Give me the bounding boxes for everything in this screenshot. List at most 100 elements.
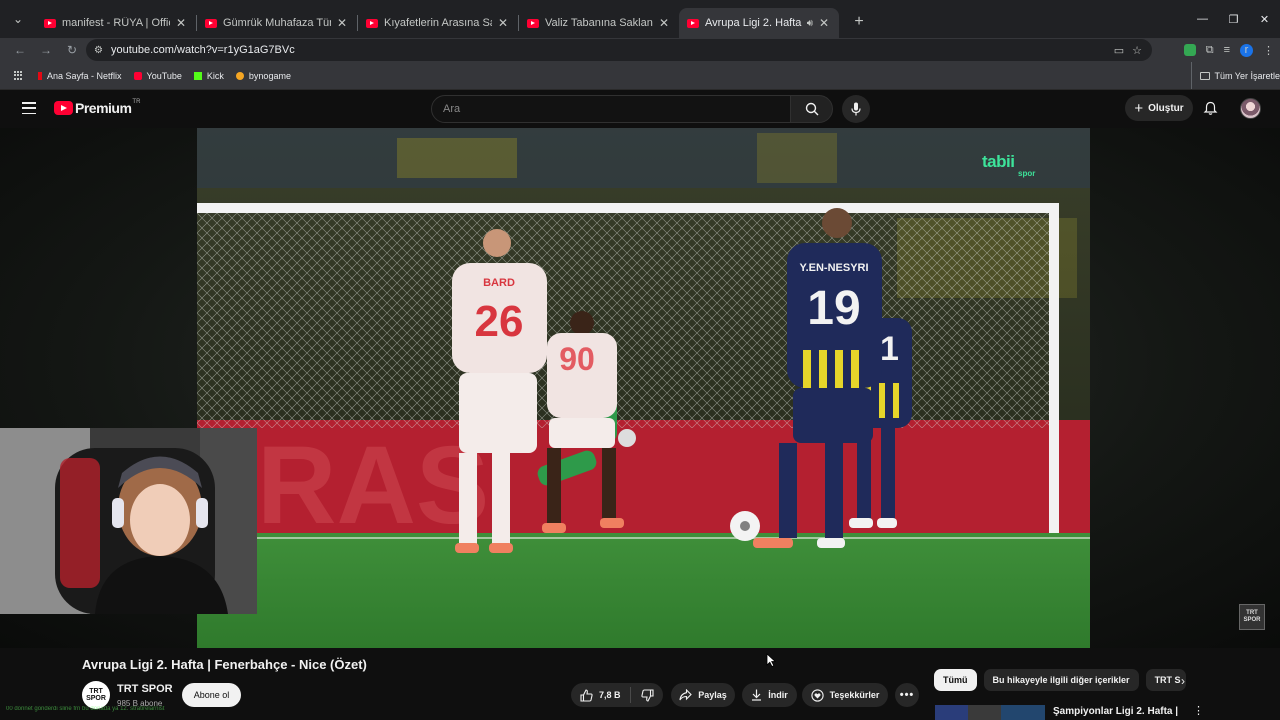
cast-icon[interactable]: ▭	[1114, 44, 1124, 57]
profile-icon[interactable]: r	[1240, 43, 1253, 57]
reload-icon[interactable]: ↻	[60, 38, 84, 62]
extension-bar: ⧉ ≡ r ⋮	[1183, 38, 1280, 62]
youtube-logo[interactable]: Premium TR	[54, 99, 140, 116]
youtube-favicon-icon	[527, 18, 539, 28]
bookmark-netflix[interactable]: Ana Sayfa - Netflix	[38, 71, 122, 81]
recommendation-thumbnail[interactable]	[935, 705, 1045, 720]
logo-text: Premium	[75, 100, 132, 116]
tabii-logo-sub: spor	[1018, 169, 1036, 178]
chip-related-story[interactable]: Bu hikayeyle ilgili diğer içerikler	[983, 669, 1139, 691]
webcam-overlay	[0, 428, 257, 614]
share-button[interactable]: Paylaş	[671, 683, 735, 707]
video-frame: RAS BARD 26 90 Y.EN-NESYRI 19	[197, 128, 1090, 648]
like-count: 7,8 B	[599, 690, 621, 700]
channel-name[interactable]: TRT SPOR	[117, 683, 173, 695]
thanks-heart-icon	[810, 688, 824, 702]
channel-watermark[interactable]: TRT SPOR	[1239, 604, 1265, 630]
all-bookmarks-label: Tüm Yer İşaretle	[1214, 70, 1280, 81]
new-tab-button[interactable]: +	[845, 8, 873, 36]
related-filter-chips: Tümü Bu hikayeyle ilgili diğer içerikler…	[934, 669, 1186, 691]
search-icon	[805, 102, 818, 116]
tab-title: Avrupa Ligi 2. Hafta | Fenerb	[705, 17, 804, 29]
bookmark-youtube[interactable]: YouTube	[133, 70, 182, 81]
apps-grid-icon[interactable]	[14, 70, 24, 81]
youtube-favicon-icon	[687, 18, 699, 28]
tab-close-icon[interactable]: ✕	[174, 16, 188, 30]
more-actions-button[interactable]: •••	[895, 683, 919, 707]
browser-tab-active[interactable]: Avrupa Ligi 2. Hafta | Fenerb 🔊︎ ✕	[679, 8, 839, 38]
bookmark-label: YouTube	[146, 70, 182, 81]
like-button[interactable]: 7,8 B	[580, 688, 621, 702]
back-icon[interactable]: ←	[8, 38, 32, 62]
chips-next-icon[interactable]: ›	[1181, 674, 1185, 688]
site-info-icon[interactable]: ⚙	[94, 45, 103, 56]
browser-tab[interactable]: Valiz Tabanına Saklanan Yasakl ✕	[519, 8, 679, 38]
chip-trt-spor[interactable]: TRT S	[1145, 669, 1186, 691]
speaker-icon[interactable]: 🔊︎	[807, 18, 813, 29]
webcam-image	[0, 428, 257, 614]
jersey-name: BARD	[483, 277, 515, 289]
close-window-icon[interactable]: ✕	[1249, 0, 1280, 38]
notifications-bell-icon[interactable]	[1203, 101, 1218, 116]
youtube-header: Premium TR Ara + Oluştur	[0, 90, 1280, 128]
tab-close-icon[interactable]: ✕	[335, 16, 349, 30]
recommendation-more-icon[interactable]: ⋮	[1193, 704, 1204, 717]
netflix-icon	[38, 71, 42, 80]
create-label: Oluştur	[1148, 102, 1184, 114]
url-text: youtube.com/watch?v=r1yG1aG7BVc	[110, 44, 295, 56]
voice-search-button[interactable]	[842, 95, 870, 123]
url-field[interactable]: ⚙ youtube.com/watch?v=r1yG1aG7BVc ▭ ☆	[86, 39, 1152, 61]
extensions-puzzle-icon[interactable]: ⧉	[1206, 44, 1214, 57]
svg-text:RAS: RAS	[257, 424, 489, 547]
bookmark-kick[interactable]: Kick	[193, 70, 224, 81]
thanks-label: Teşekkürler	[829, 690, 880, 700]
channel-avatar[interactable]: TRT SPOR	[82, 681, 110, 709]
recommendation-title[interactable]: Şampiyonlar Ligi 2. Hafta |	[1053, 706, 1178, 717]
youtube-icon	[133, 71, 142, 80]
reading-list-icon[interactable]: ≡	[1224, 44, 1230, 56]
minimize-icon[interactable]: —	[1187, 0, 1218, 38]
bookmark-label: Ana Sayfa - Netflix	[47, 70, 122, 81]
browser-tab[interactable]: Gümrük Muhafaza Türkiye 5. Bö ✕	[197, 8, 357, 38]
tabii-watermark: tabii spor	[982, 152, 1035, 178]
youtube-play-icon	[54, 101, 73, 115]
microphone-icon	[851, 102, 861, 116]
tab-title: Gümrük Muhafaza Türkiye 5. Bö	[223, 17, 331, 29]
bynogame-icon	[235, 71, 244, 80]
create-button[interactable]: + Oluştur	[1125, 95, 1193, 121]
menu-icon[interactable]	[22, 102, 36, 114]
bookmark-star-icon[interactable]: ☆	[1132, 44, 1142, 57]
extension-icon[interactable]	[1183, 44, 1196, 56]
chip-all[interactable]: Tümü	[934, 669, 977, 691]
download-button[interactable]: İndir	[742, 683, 797, 707]
folder-icon	[1200, 71, 1211, 80]
cursor-icon	[766, 653, 776, 667]
thanks-button[interactable]: Teşekkürler	[802, 683, 888, 707]
all-bookmarks-button[interactable]: Tüm Yer İşaretle	[1191, 62, 1280, 89]
tab-title: manifest - RÜYA | Official Music	[62, 17, 170, 29]
browser-tab[interactable]: Kıyafetlerin Arasına Saklanmış 2 ✕	[358, 8, 518, 38]
search-input[interactable]: Ara	[431, 95, 791, 123]
tab-search-icon[interactable]: ⌄	[0, 0, 36, 38]
omnibox-actions: ▭ ☆	[1114, 39, 1142, 61]
bookmark-label: Kick	[206, 70, 224, 81]
tab-close-icon[interactable]: ✕	[496, 16, 510, 30]
browser-tab[interactable]: manifest - RÜYA | Official Music ✕	[36, 8, 196, 38]
share-label: Paylaş	[698, 690, 727, 700]
youtube-favicon-icon	[44, 18, 56, 28]
maximize-icon[interactable]: ❐	[1218, 0, 1249, 38]
video-player[interactable]: RAS BARD 26 90 Y.EN-NESYRI 19	[197, 128, 1090, 648]
like-dislike-group: 7,8 B	[571, 683, 663, 707]
chrome-menu-icon[interactable]: ⋮	[1263, 44, 1274, 57]
tab-close-icon[interactable]: ✕	[657, 16, 671, 30]
forward-icon[interactable]: →	[34, 38, 58, 62]
tab-title: Valiz Tabanına Saklanan Yasakl	[545, 17, 653, 29]
jersey-name: Y.EN-NESYRI	[799, 262, 868, 274]
bookmark-bynogame[interactable]: bynogame	[235, 71, 291, 81]
like-divider	[629, 687, 631, 703]
account-avatar[interactable]	[1240, 98, 1261, 119]
thumbs-down-icon[interactable]	[640, 688, 654, 702]
subscribe-button[interactable]: Abone ol	[182, 683, 241, 707]
search-button[interactable]	[790, 95, 833, 123]
tab-close-icon[interactable]: ✕	[817, 16, 831, 30]
